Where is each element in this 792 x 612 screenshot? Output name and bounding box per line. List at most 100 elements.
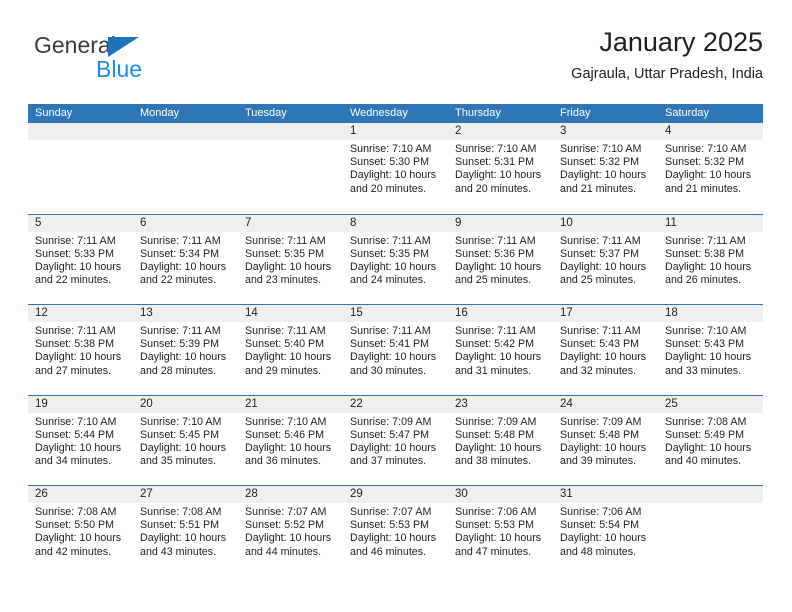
calendar-day-cell[interactable]: 14 Sunrise: 7:11 AM Sunset: 5:40 PM Dayligh… [238, 305, 343, 395]
sunset-text: Sunset: 5:34 PM [140, 247, 220, 260]
sunset-text: Sunset: 5:41 PM [350, 338, 430, 351]
sunrise-text: Sunrise: 7:07 AM [245, 506, 327, 518]
day-sun-info: Sunrise: 7:11 AM Sunset: 5:42 PM Daylight:… [448, 322, 553, 378]
day-number: 2 [448, 123, 553, 140]
day-number: 11 [658, 214, 763, 232]
daylight-text: Daylight: 10 hours and 25 minutes. [560, 260, 647, 287]
sunrise-text: Sunrise: 7:10 AM [245, 415, 327, 428]
calendar-day-cell[interactable]: 16 Sunrise: 7:11 AM Sunset: 5:42 PM Dayligh… [448, 305, 553, 395]
day-sun-info: Sunrise: 7:08 AM Sunset: 5:50 PM Daylight:… [28, 503, 133, 559]
day-sun-info: Sunrise: 7:11 AM Sunset: 5:33 PM Daylight:… [28, 232, 133, 288]
weekday-header-thursday: Thursday [455, 107, 501, 119]
calendar-day-cell[interactable]: 9 Sunrise: 7:11 AM Sunset: 5:36 PM Daylight… [448, 214, 553, 305]
sunrise-text: Sunrise: 7:10 AM [350, 143, 432, 155]
day-sun-info: Sunrise: 7:11 AM Sunset: 5:43 PM Daylight:… [553, 322, 658, 378]
day-sun-info: Sunrise: 7:06 AM Sunset: 5:54 PM Daylight:… [553, 503, 658, 559]
day-number: 19 [28, 395, 133, 413]
day-sun-info: Sunrise: 7:10 AM Sunset: 5:46 PM Daylight:… [238, 413, 343, 469]
calendar-day-cell[interactable]: 30 Sunrise: 7:06 AM Sunset: 5:53 PM Dayligh… [448, 486, 553, 576]
sunrise-text: Sunrise: 7:11 AM [140, 234, 221, 247]
sunrise-text: Sunrise: 7:10 AM [35, 415, 117, 428]
sunrise-text: Sunrise: 7:10 AM [455, 143, 537, 155]
day-number [28, 123, 133, 140]
sunset-text: Sunset: 5:44 PM [35, 428, 115, 441]
day-number: 30 [448, 486, 553, 503]
day-number: 7 [238, 214, 343, 232]
calendar-day-cell[interactable]: 17 Sunrise: 7:11 AM Sunset: 5:43 PM Dayligh… [553, 305, 658, 395]
day-number: 13 [133, 305, 238, 322]
day-number: 1 [343, 123, 448, 140]
sunrise-text: Sunrise: 7:11 AM [665, 234, 746, 247]
day-number: 25 [658, 395, 763, 413]
day-number: 9 [448, 214, 553, 232]
calendar-day-cell[interactable]: 2 Sunrise: 7:10 AM Sunset: 5:31 PM Daylight… [448, 123, 553, 214]
calendar-day-cell[interactable]: 27 Sunrise: 7:08 AM Sunset: 5:51 PM Dayligh… [133, 486, 238, 576]
sunrise-text: Sunrise: 7:08 AM [35, 506, 117, 518]
day-number: 18 [658, 305, 763, 322]
calendar-day-cell[interactable]: 4 Sunrise: 7:10 AM Sunset: 5:32 PM Daylight… [658, 123, 763, 214]
day-sun-info: Sunrise: 7:10 AM Sunset: 5:30 PM Daylight:… [343, 140, 448, 196]
sunrise-text: Sunrise: 7:11 AM [560, 234, 641, 247]
calendar-day-cell[interactable]: 26 Sunrise: 7:08 AM Sunset: 5:50 PM Dayligh… [28, 486, 133, 576]
calendar-day-cell[interactable]: 23 Sunrise: 7:09 AM Sunset: 5:48 PM Dayligh… [448, 395, 553, 486]
day-sun-info: Sunrise: 7:11 AM Sunset: 5:40 PM Daylight:… [238, 322, 343, 378]
daylight-text: Daylight: 10 hours and 43 minutes. [140, 532, 227, 558]
calendar-day-cell[interactable]: 25 Sunrise: 7:08 AM Sunset: 5:49 PM Dayligh… [658, 395, 763, 486]
day-number: 10 [553, 214, 658, 232]
sunset-text: Sunset: 5:52 PM [245, 519, 325, 532]
sunrise-text: Sunrise: 7:11 AM [140, 325, 221, 337]
calendar-day-cell[interactable]: 22 Sunrise: 7:09 AM Sunset: 5:47 PM Dayligh… [343, 395, 448, 486]
weekday-header-sunday: Sunday [35, 107, 73, 119]
calendar-day-cell[interactable]: 3 Sunrise: 7:10 AM Sunset: 5:32 PM Daylight… [553, 123, 658, 214]
sunset-text: Sunset: 5:33 PM [35, 247, 115, 260]
day-number: 15 [343, 305, 448, 322]
calendar-day-cell[interactable]: 24 Sunrise: 7:09 AM Sunset: 5:48 PM Dayligh… [553, 395, 658, 486]
sunrise-text: Sunrise: 7:11 AM [35, 325, 116, 337]
day-number: 26 [28, 486, 133, 503]
calendar-day-cell[interactable]: 21 Sunrise: 7:10 AM Sunset: 5:46 PM Dayligh… [238, 395, 343, 486]
sunrise-text: Sunrise: 7:07 AM [350, 506, 432, 518]
calendar-day-cell[interactable]: 29 Sunrise: 7:07 AM Sunset: 5:53 PM Dayligh… [343, 486, 448, 576]
calendar-day-cell[interactable]: 5 Sunrise: 7:11 AM Sunset: 5:33 PM Daylight… [28, 214, 133, 305]
sunrise-text: Sunrise: 7:11 AM [350, 325, 431, 337]
sunset-text: Sunset: 5:42 PM [455, 338, 535, 351]
calendar-week-container: 1 Sunrise: 7:10 AM Sunset: 5:30 PM Daylight… [28, 123, 763, 576]
weekday-header-tuesday: Tuesday [245, 107, 287, 119]
daylight-text: Daylight: 10 hours and 33 minutes. [665, 351, 752, 377]
daylight-text: Daylight: 10 hours and 34 minutes. [35, 441, 122, 468]
calendar-day-cell[interactable]: 18 Sunrise: 7:10 AM Sunset: 5:43 PM Dayligh… [658, 305, 763, 395]
day-sun-info: Sunrise: 7:11 AM Sunset: 5:34 PM Daylight:… [133, 232, 238, 288]
sunset-text: Sunset: 5:39 PM [140, 338, 220, 351]
sunrise-text: Sunrise: 7:08 AM [140, 506, 222, 518]
calendar-day-cell[interactable]: 20 Sunrise: 7:10 AM Sunset: 5:45 PM Dayligh… [133, 395, 238, 486]
calendar-day-cell[interactable]: 11 Sunrise: 7:11 AM Sunset: 5:38 PM Dayligh… [658, 214, 763, 305]
general-blue-logo[interactable]: General Blue [34, 32, 264, 88]
sunrise-text: Sunrise: 7:11 AM [560, 325, 641, 337]
calendar-day-cell[interactable]: 31 Sunrise: 7:06 AM Sunset: 5:54 PM Dayligh… [553, 486, 658, 576]
calendar-day-cell[interactable]: 6 Sunrise: 7:11 AM Sunset: 5:34 PM Daylight… [133, 214, 238, 305]
sunrise-text: Sunrise: 7:10 AM [560, 143, 642, 155]
sunset-text: Sunset: 5:53 PM [455, 519, 535, 532]
triangle-icon [108, 37, 139, 57]
sunset-text: Sunset: 5:38 PM [665, 247, 745, 260]
calendar-day-cell[interactable]: 10 Sunrise: 7:11 AM Sunset: 5:37 PM Dayligh… [553, 214, 658, 305]
calendar-day-cell[interactable]: 19 Sunrise: 7:10 AM Sunset: 5:44 PM Dayligh… [28, 395, 133, 486]
weekday-header-wednesday: Wednesday [350, 107, 408, 119]
logo-text-general: General [34, 32, 116, 58]
sunset-text: Sunset: 5:43 PM [560, 338, 640, 351]
calendar-day-cell-empty [133, 123, 238, 214]
day-sun-info: Sunrise: 7:11 AM Sunset: 5:37 PM Daylight:… [553, 232, 658, 288]
calendar-day-cell[interactable]: 28 Sunrise: 7:07 AM Sunset: 5:52 PM Dayligh… [238, 486, 343, 576]
daylight-text: Daylight: 10 hours and 37 minutes. [350, 441, 437, 468]
calendar-day-cell[interactable]: 15 Sunrise: 7:11 AM Sunset: 5:41 PM Dayligh… [343, 305, 448, 395]
calendar-day-cell[interactable]: 1 Sunrise: 7:10 AM Sunset: 5:30 PM Daylight… [343, 123, 448, 214]
weekday-header-saturday: Saturday [665, 107, 710, 119]
day-sun-info: Sunrise: 7:11 AM Sunset: 5:39 PM Daylight:… [133, 322, 238, 378]
day-number: 4 [658, 123, 763, 140]
calendar-day-cell[interactable]: 8 Sunrise: 7:11 AM Sunset: 5:35 PM Daylight… [343, 214, 448, 305]
calendar-day-cell[interactable]: 13 Sunrise: 7:11 AM Sunset: 5:39 PM Dayligh… [133, 305, 238, 395]
calendar-day-cell[interactable]: 7 Sunrise: 7:11 AM Sunset: 5:35 PM Daylight… [238, 214, 343, 305]
day-number: 14 [238, 305, 343, 322]
calendar-day-cell[interactable]: 12 Sunrise: 7:11 AM Sunset: 5:38 PM Dayligh… [28, 305, 133, 395]
daylight-text: Daylight: 10 hours and 38 minutes. [455, 441, 542, 468]
